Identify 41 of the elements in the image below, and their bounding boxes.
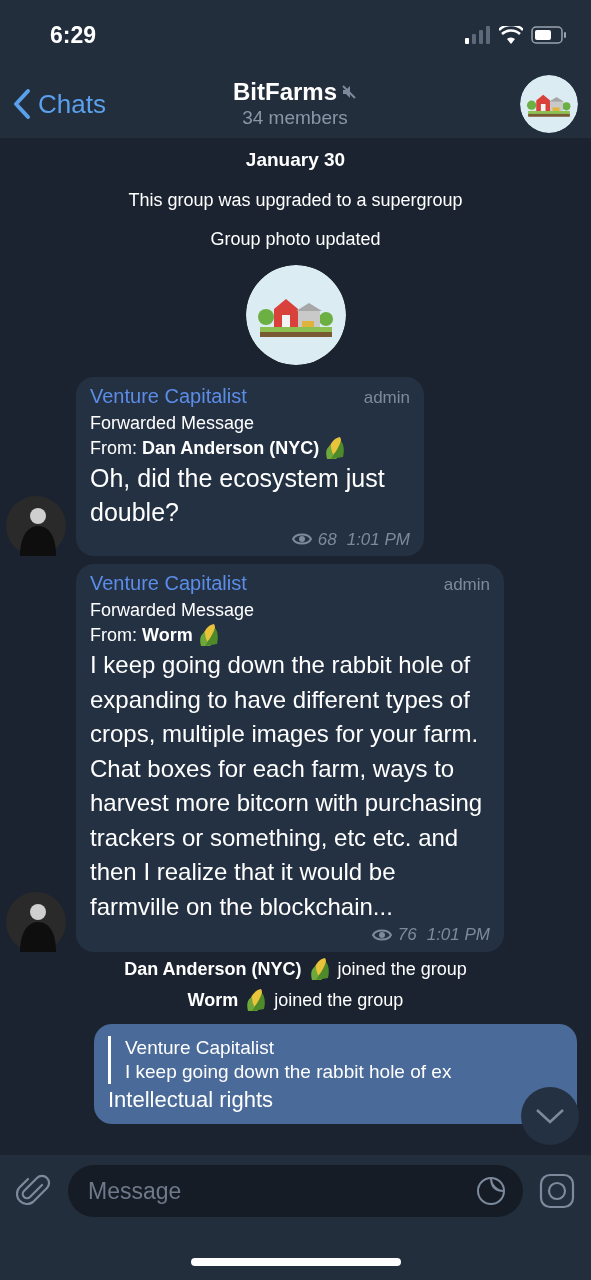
view-count: 68 xyxy=(317,528,337,551)
date-label: January 30 xyxy=(245,148,346,172)
forwarded-label: Forwarded Message xyxy=(90,599,256,622)
admin-label: admin xyxy=(443,574,490,596)
forwarded-from[interactable]: From: Dan Anderson (NYC) xyxy=(90,434,320,461)
member-name[interactable]: Dan Anderson (NYC) xyxy=(124,955,302,983)
sticker-icon[interactable] xyxy=(475,1175,507,1207)
avatar[interactable] xyxy=(6,891,66,952)
forwarded-label: Forwarded Message xyxy=(90,411,256,435)
join-text: joined the group xyxy=(337,957,467,981)
message-text: Intellectual rights xyxy=(108,1085,275,1114)
admin-label: admin xyxy=(363,386,410,409)
view-count: 76 xyxy=(397,924,417,946)
views-icon xyxy=(291,532,312,547)
views-icon xyxy=(371,927,392,942)
scroll-down-button[interactable] xyxy=(521,1087,579,1145)
service-message: Group photo updated xyxy=(210,227,381,251)
message-time: 1:01 PM xyxy=(426,924,490,946)
reply-sender[interactable]: Venture Capitalist xyxy=(125,1035,527,1060)
message-field[interactable]: Message xyxy=(68,1165,523,1217)
member-count: 34 members xyxy=(242,106,348,130)
service-message: This group was upgraded to a supergroup xyxy=(128,188,463,212)
chevron-down-icon xyxy=(535,1108,565,1124)
forwarded-from[interactable]: From: Worm xyxy=(90,622,193,648)
wifi-icon xyxy=(499,26,523,44)
signal-icon xyxy=(465,26,491,44)
message-text: Oh, did the ecosystem just double? xyxy=(90,462,386,528)
reply-preview[interactable]: I keep going down the rabbit hole of ex xyxy=(125,1059,452,1084)
back-button[interactable]: Chats xyxy=(12,84,152,124)
sender-name[interactable]: Venture Capitalist xyxy=(90,568,247,598)
battery-icon xyxy=(531,26,567,44)
member-name[interactable]: Worm xyxy=(187,986,239,1014)
message-text: I keep going down the rabbit hole of expanding to have different types of crops, multiple images for your farm. Chat boxes for each farm, ways to harvest more bitcorn with purchasing trackers or something, etc etc. and then I realize that it would be farmville on the blockchain... xyxy=(90,650,484,922)
camera-icon[interactable] xyxy=(539,1173,575,1209)
avatar[interactable] xyxy=(6,496,66,556)
chat-title: BitFarms xyxy=(233,78,337,106)
status-time: 6:29 xyxy=(50,20,97,50)
back-chevron-icon xyxy=(12,88,32,120)
sender-name[interactable]: Venture Capitalist xyxy=(90,380,247,411)
join-text: joined the group xyxy=(274,988,404,1012)
message-time: 1:01 PM xyxy=(346,528,410,551)
